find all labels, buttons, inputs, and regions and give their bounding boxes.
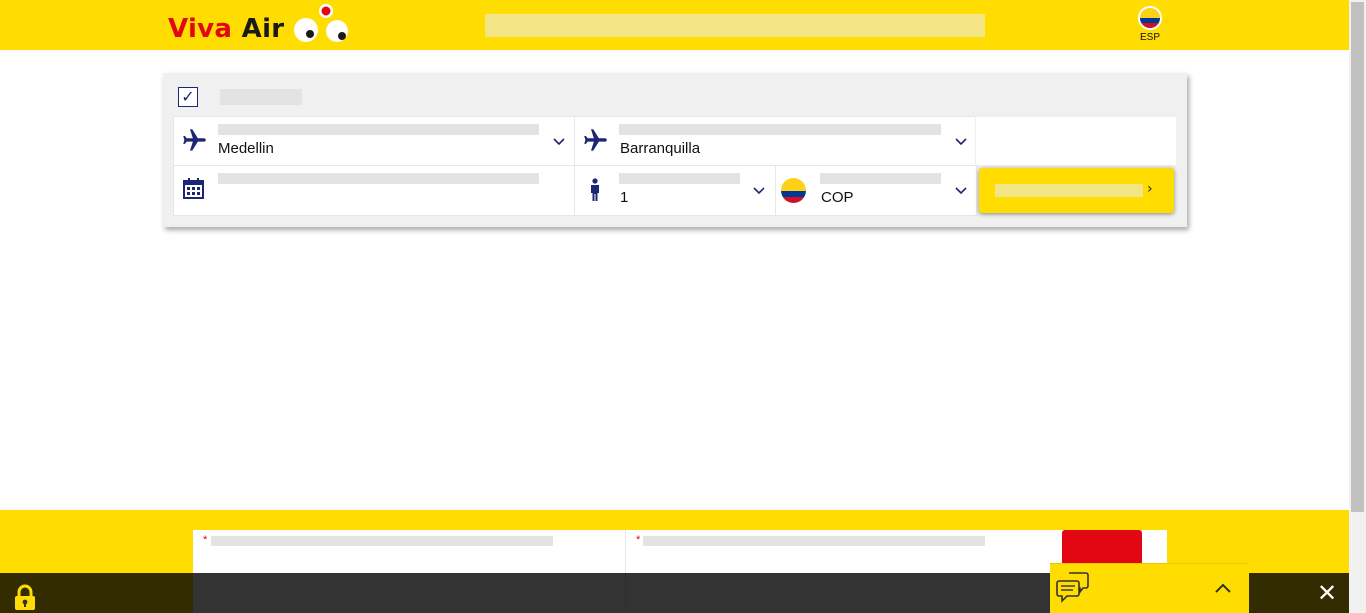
search-flights-button[interactable]: ›	[979, 168, 1174, 213]
plane-icon	[183, 129, 206, 151]
newsletter-field-1[interactable]	[211, 536, 553, 546]
language-label: ESP	[1139, 32, 1160, 43]
vertical-scrollbar[interactable]	[1349, 0, 1366, 613]
date-field[interactable]	[173, 165, 575, 216]
origin-value: Medellin	[218, 140, 274, 157]
top-header: Viva Air ESP	[0, 0, 1349, 50]
chevron-up-icon[interactable]	[1214, 582, 1232, 594]
header-search-bar[interactable]	[485, 14, 985, 37]
currency-value: COP	[821, 189, 854, 206]
one-way-label	[220, 89, 302, 105]
colombia-flag-icon	[1138, 6, 1162, 30]
viva-air-logo[interactable]: Viva Air	[168, 4, 353, 46]
plane-icon	[584, 129, 607, 151]
calendar-icon	[183, 178, 204, 199]
passengers-value: 1	[620, 189, 629, 206]
flight-search-widget: ✓ Medellin Barranquilla 1 COP ›	[163, 73, 1187, 227]
chat-icon	[1056, 572, 1089, 603]
chevron-down-icon	[553, 138, 565, 146]
colombia-flag-icon	[781, 178, 806, 203]
destination-field[interactable]: Barranquilla	[574, 116, 976, 166]
language-selector[interactable]: ESP	[1134, 5, 1166, 45]
search-button-label	[995, 184, 1143, 197]
currency-field[interactable]: COP	[775, 165, 977, 216]
page: Viva Air ESP ✓ Medellin Barranquilla 1 C…	[0, 0, 1366, 613]
logo-circles-icon	[294, 4, 348, 42]
newsletter-field-2[interactable]	[643, 536, 985, 546]
lock-icon	[15, 584, 35, 610]
destination-field-label	[619, 124, 941, 135]
chevron-down-icon	[753, 187, 765, 195]
destination-value: Barranquilla	[620, 140, 701, 157]
origin-field[interactable]: Medellin	[173, 116, 575, 166]
brand-name-air: Air	[241, 14, 285, 44]
required-marker: *	[636, 534, 641, 546]
origin-field-label	[218, 124, 539, 135]
person-icon	[591, 178, 599, 201]
close-icon[interactable]: ✕	[1316, 581, 1338, 605]
brand-name-viva: Viva	[168, 14, 233, 44]
chevron-right-icon: ›	[1147, 181, 1153, 197]
currency-field-label	[820, 173, 941, 184]
empty-slot	[975, 116, 1177, 166]
passengers-field[interactable]: 1	[574, 165, 776, 216]
chat-widget[interactable]	[1050, 563, 1249, 613]
one-way-checkbox[interactable]: ✓	[178, 87, 198, 107]
chevron-down-icon	[955, 187, 967, 195]
date-field-label	[218, 173, 539, 184]
required-marker: *	[203, 534, 208, 546]
chevron-down-icon	[955, 138, 967, 146]
passengers-field-label	[619, 173, 740, 184]
scrollbar-thumb[interactable]	[1351, 2, 1364, 512]
